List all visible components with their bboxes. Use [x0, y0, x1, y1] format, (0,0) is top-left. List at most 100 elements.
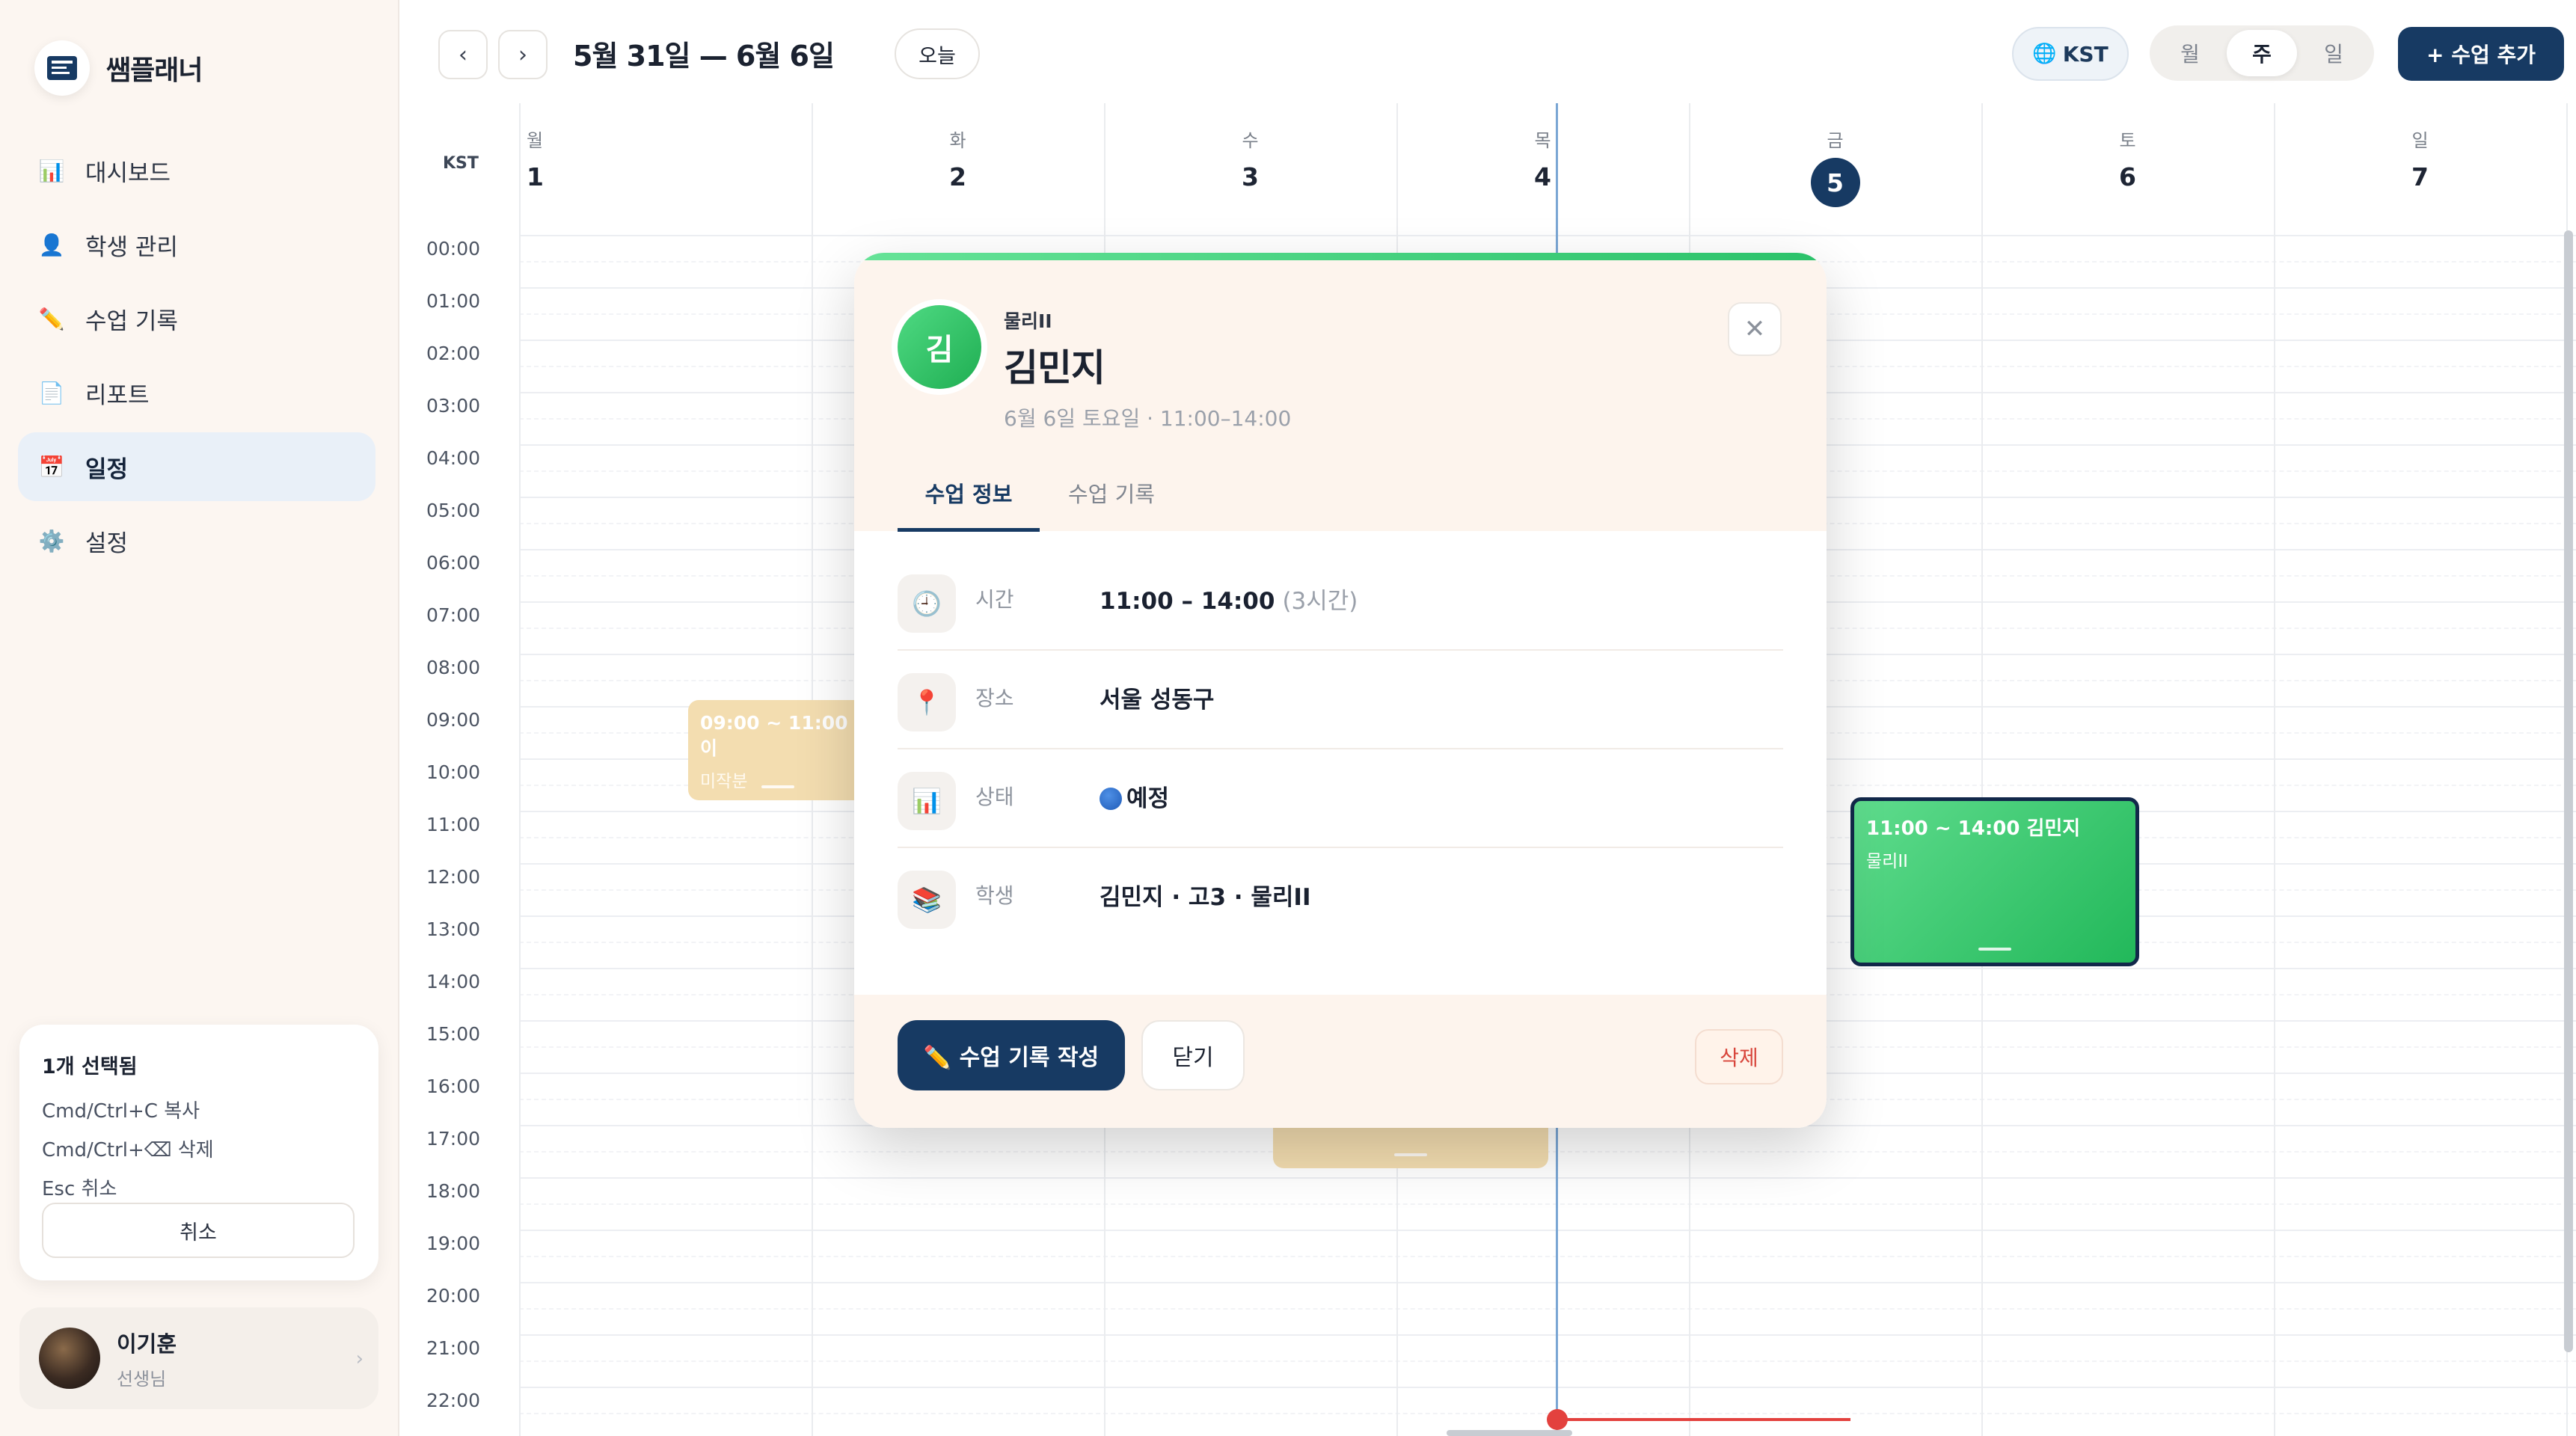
planner-logo-icon — [34, 40, 90, 96]
app-name: 쌤플래너 — [106, 55, 203, 86]
hour-label: 18:00 — [426, 1180, 481, 1202]
date-label: 2 — [949, 162, 966, 191]
hour-label: 01:00 — [426, 290, 481, 312]
day-header[interactable]: 목4 — [1396, 103, 1689, 224]
sidebar-item-students[interactable]: 👤 학생 관리 — [18, 210, 375, 279]
hour-label: 07:00 — [426, 604, 481, 626]
student-name: 김민지 — [1004, 346, 1105, 390]
tab-lesson-info[interactable]: 수업 정보 — [898, 477, 1040, 532]
date-label: 7 — [2411, 162, 2429, 191]
hour-label: 00:00 — [426, 238, 481, 260]
selection-cancel-button[interactable]: 취소 — [42, 1203, 355, 1258]
sidebar-item-reports[interactable]: 📄 리포트 — [18, 358, 375, 427]
half-hour-gridline — [519, 1203, 2576, 1205]
sidebar: 쌤플래너 📊 대시보드 👤 학생 관리 ✏️ 수업 기록 📄 리포트 📅 일정 … — [0, 0, 399, 1436]
date-label: 1 — [527, 162, 544, 191]
resize-handle[interactable] — [761, 785, 794, 788]
horizontal-scrollbar[interactable] — [1447, 1430, 1572, 1436]
status-icon: 📊 — [898, 772, 956, 830]
next-week-button[interactable]: › — [498, 30, 548, 79]
hour-label: 19:00 — [426, 1233, 481, 1254]
tab-lesson-record[interactable]: 수업 기록 — [1068, 477, 1155, 528]
weekday-label: 토 — [2119, 130, 2136, 151]
view-day-button[interactable]: 일 — [2299, 30, 2369, 76]
gear-icon: ⚙️ — [38, 528, 65, 553]
hour-label: 15:00 — [426, 1023, 481, 1045]
detail-row-time: 🕘 시간 11:00 – 14:00 (3시간) — [898, 552, 1783, 651]
sidebar-item-lesson-records[interactable]: ✏️ 수업 기록 — [18, 284, 375, 353]
vertical-scrollbar[interactable] — [2564, 230, 2573, 1352]
sidebar-item-schedule[interactable]: 📅 일정 — [18, 432, 375, 501]
modal-header: 김 물리II 김민지 6월 6일 토요일 · 11:00–14:00 ✕ 수업 … — [854, 260, 1827, 532]
chevron-right-icon: › — [355, 1348, 364, 1370]
current-time-line — [1556, 1418, 1850, 1421]
timezone-label: KST — [2062, 41, 2109, 67]
resize-handle[interactable] — [1394, 1153, 1427, 1156]
detail-label: 학생 — [975, 883, 1014, 908]
calendar-icon: 📅 — [38, 454, 65, 479]
sidebar-item-label: 학생 관리 — [85, 233, 178, 261]
close-button[interactable]: 닫기 — [1141, 1020, 1245, 1090]
view-week-button[interactable]: 주 — [2227, 30, 2297, 76]
day-header[interactable]: 수3 — [1104, 103, 1396, 224]
detail-label: 장소 — [975, 686, 1014, 711]
day-header[interactable]: 금5 — [1689, 103, 1981, 224]
lesson-event-sat-selected[interactable]: 11:00 ~ 14:00 김민지 물리II — [1850, 797, 2139, 966]
day-header[interactable]: 일7 — [2274, 103, 2566, 224]
shortcut-escape: Esc 취소 — [42, 1178, 117, 1200]
day-column-divider — [1981, 103, 1983, 1436]
hour-label: 10:00 — [426, 761, 481, 783]
hour-gridline — [519, 1177, 2576, 1179]
prev-week-button[interactable]: ‹ — [438, 30, 488, 79]
detail-value: 11:00 – 14:00 — [1100, 588, 1275, 615]
hour-label: 08:00 — [426, 657, 481, 678]
modal-footer: ✏️ 수업 기록 작성 닫기 삭제 — [854, 995, 1827, 1128]
weekday-label: 월 — [527, 130, 544, 151]
today-date-badge: 5 — [1810, 158, 1860, 207]
detail-value: 서울 성동구 — [1100, 687, 1215, 714]
duration: (3시간) — [1282, 588, 1358, 615]
clock-icon: 🕘 — [898, 574, 956, 633]
half-hour-gridline — [519, 1308, 2576, 1310]
app-logo[interactable]: 쌤플래너 — [34, 40, 203, 96]
calendar-toolbar: ‹ › 5월 31일 — 6월 6일 오늘 🌐 KST 월 주 일 + 수업 추… — [401, 0, 2576, 103]
user-profile[interactable]: 이기훈 선생님 › — [19, 1307, 378, 1409]
status-dot-icon — [1100, 788, 1122, 810]
lesson-subject: 물리II — [1004, 310, 1052, 332]
event-time: 09:00 ~ 11:00 이 — [700, 712, 848, 759]
resize-handle[interactable] — [1978, 948, 2011, 951]
hour-gridline — [519, 1334, 2576, 1336]
timezone-button[interactable]: 🌐 KST — [2012, 27, 2129, 81]
view-month-button[interactable]: 월 — [2155, 30, 2225, 76]
weekday-label: 목 — [1534, 130, 1551, 151]
document-icon: 📄 — [38, 380, 65, 405]
lesson-event-tue[interactable]: 09:00 ~ 11:00 이 미작분 — [688, 700, 868, 800]
add-lesson-button[interactable]: + 수업 추가 — [2398, 27, 2564, 81]
weekday-label: 화 — [949, 130, 966, 151]
pencil-icon: ✏️ — [38, 306, 65, 331]
day-header[interactable]: 화2 — [812, 103, 1104, 224]
sidebar-item-dashboard[interactable]: 📊 대시보드 — [18, 136, 375, 205]
status-badge: 예정 — [1126, 785, 1170, 812]
hour-label: 11:00 — [426, 814, 481, 835]
day-header[interactable]: 토6 — [1981, 103, 2274, 224]
detail-label: 시간 — [975, 587, 1014, 612]
user-icon: 👤 — [38, 232, 65, 257]
sidebar-item-settings[interactable]: ⚙️ 설정 — [18, 506, 375, 575]
half-hour-gridline — [519, 1256, 2576, 1257]
sidebar-item-label: 리포트 — [85, 381, 150, 409]
hour-label: 16:00 — [426, 1076, 481, 1097]
hour-label: 05:00 — [426, 500, 481, 521]
write-record-button[interactable]: ✏️ 수업 기록 작성 — [898, 1020, 1125, 1090]
hour-gridline — [519, 1387, 2576, 1388]
today-button[interactable]: 오늘 — [895, 28, 980, 79]
day-header[interactable]: 월1 — [519, 103, 812, 224]
weekday-label: 수 — [1242, 130, 1259, 151]
lesson-detail-modal: 김 물리II 김민지 6월 6일 토요일 · 11:00–14:00 ✕ 수업 … — [854, 253, 1827, 1128]
modal-close-icon[interactable]: ✕ — [1728, 302, 1782, 356]
avatar — [39, 1328, 100, 1389]
delete-button[interactable]: 삭제 — [1695, 1029, 1783, 1084]
sidebar-item-label: 대시보드 — [85, 159, 171, 187]
day-column-divider — [2274, 103, 2275, 1436]
books-icon: 📚 — [898, 871, 956, 929]
